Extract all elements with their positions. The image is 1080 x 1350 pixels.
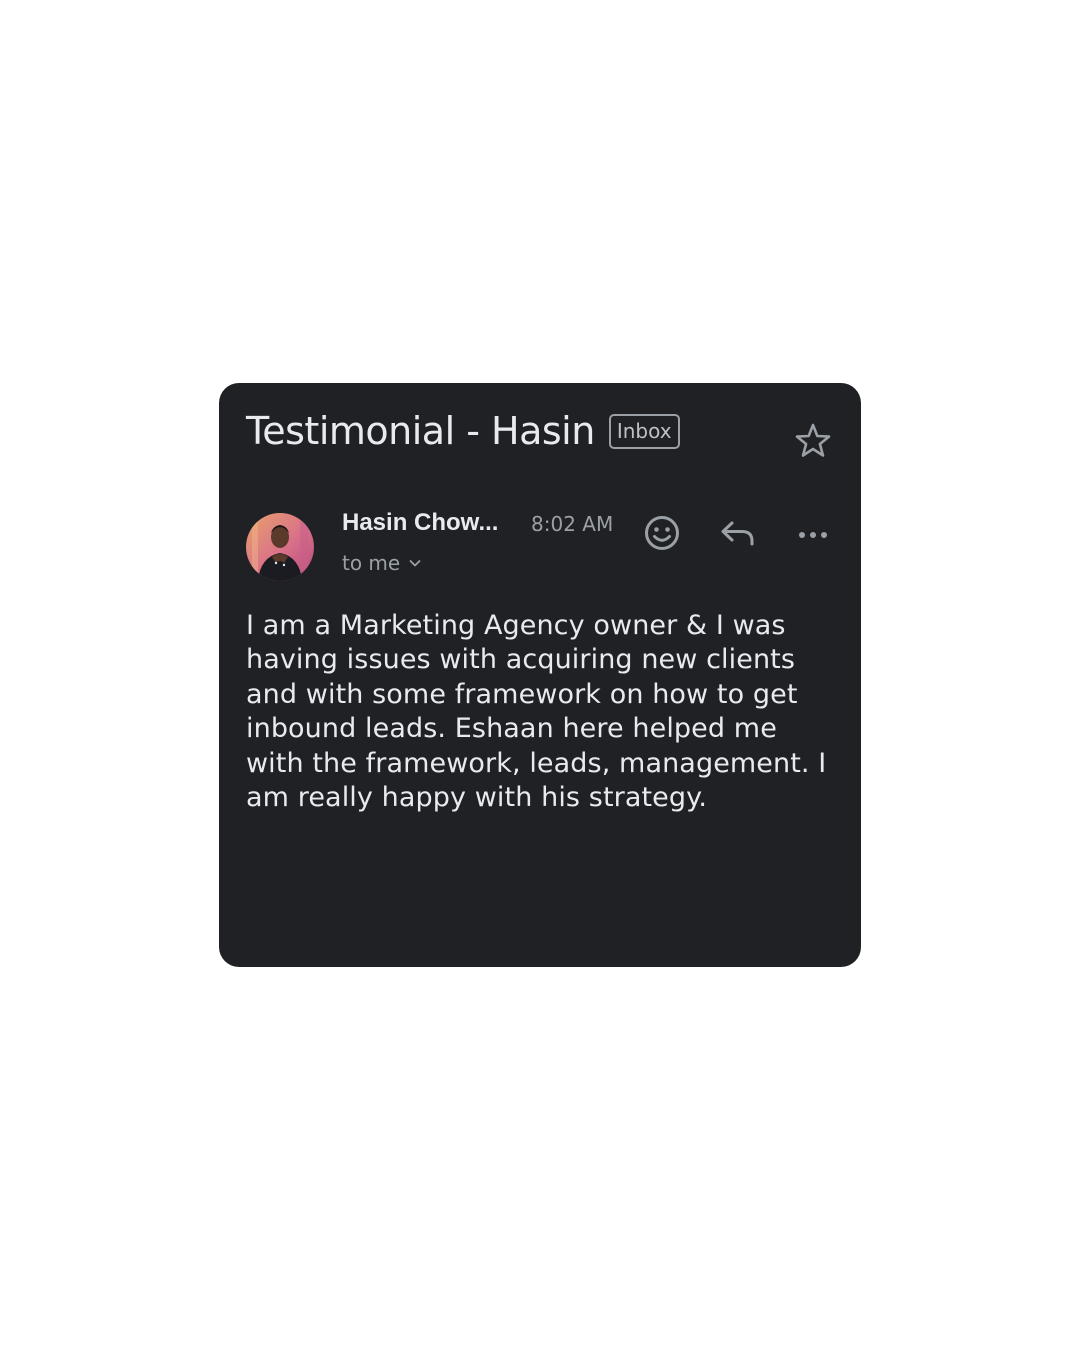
email-subject: Testimonial - Hasin <box>246 409 595 453</box>
chevron-down-icon <box>409 560 421 567</box>
email-body: I am a Marketing Agency owner & I was ha… <box>246 610 827 814</box>
recipient-details-toggle[interactable]: to me <box>342 551 422 575</box>
inbox-label-badge[interactable]: Inbox <box>608 413 680 449</box>
email-card: Testimonial - Hasin Inbox Hasin Chow... … <box>219 383 861 967</box>
more-icon <box>799 532 827 538</box>
emoji-icon <box>645 516 679 550</box>
avatar[interactable] <box>246 513 314 581</box>
recipient-label: to me <box>342 551 401 575</box>
sender-name[interactable]: Hasin Chow... <box>342 509 498 537</box>
email-timestamp: 8:02 AM <box>531 512 614 536</box>
emoji-reaction-button[interactable] <box>640 511 684 555</box>
star-icon[interactable] <box>793 421 833 461</box>
more-options-button[interactable] <box>791 511 835 555</box>
reply-icon <box>721 521 754 546</box>
reply-button[interactable] <box>716 511 760 555</box>
subject-row: Testimonial - Hasin Inbox <box>246 409 680 453</box>
